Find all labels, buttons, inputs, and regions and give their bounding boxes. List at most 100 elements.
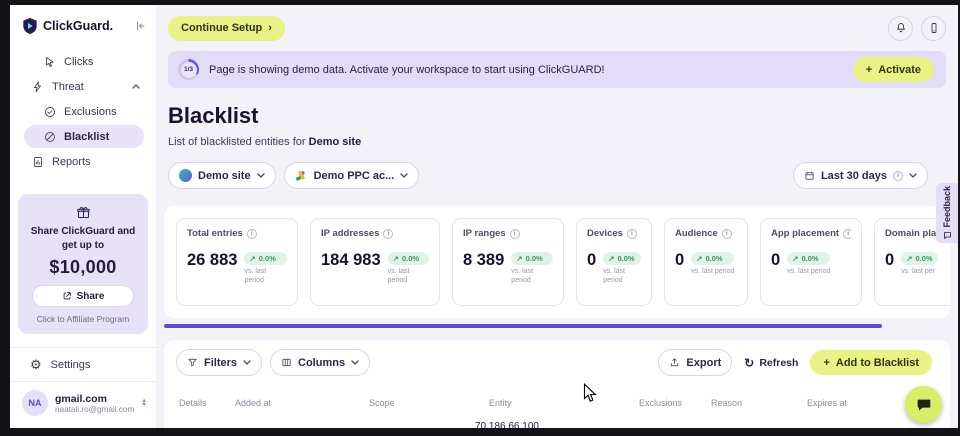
info-icon[interactable]: i	[510, 229, 520, 239]
refresh-button[interactable]: ↻ Refresh	[744, 357, 798, 369]
share-button[interactable]: Share	[32, 285, 134, 307]
plus-icon: +	[823, 357, 829, 369]
site-select-label: Demo site	[198, 170, 251, 182]
feedback-tab[interactable]: Feedback	[936, 183, 958, 243]
trend-badge: ↗0.0%	[691, 252, 734, 265]
sidebar-item-label: Threat	[52, 81, 84, 93]
stats-panel: Total entriesi 26 883 ↗0.0% vs. last per…	[164, 206, 950, 318]
column-header[interactable]: Details	[179, 398, 235, 408]
continue-setup-button[interactable]: Continue Setup ›	[168, 16, 285, 41]
plus-icon: +	[866, 64, 872, 76]
stat-value: 8 389	[463, 252, 504, 269]
export-button[interactable]: Export	[658, 349, 732, 376]
info-icon[interactable]: i	[383, 229, 393, 239]
sidebar-item-reports[interactable]: Reports	[10, 149, 156, 174]
trend-badge: ↗0.0%	[511, 252, 553, 265]
trend-up-icon: ↗	[906, 254, 912, 263]
trend-badge: ↗0.0%	[901, 252, 937, 265]
devices-button[interactable]	[921, 16, 946, 41]
clickguard-logo-icon	[22, 17, 38, 35]
column-header[interactable]: Entity	[489, 398, 639, 408]
sidebar: ClickGuard. Clicks Threat	[10, 5, 156, 428]
trend-up-icon: ↗	[608, 254, 614, 263]
column-header[interactable]: Scope	[369, 398, 489, 408]
vs-period-label: vs. last per	[901, 268, 937, 277]
horizontal-scrollbar[interactable]	[164, 324, 882, 328]
sidebar-item-clicks[interactable]: Clicks	[10, 49, 156, 74]
funnel-icon	[187, 357, 198, 368]
sidebar-item-label: Blacklist	[64, 131, 109, 143]
subtitle-prefix: List of blacklisted entities for	[168, 136, 306, 148]
google-ads-icon	[295, 169, 308, 182]
collapse-sidebar-icon[interactable]	[134, 20, 146, 32]
info-icon[interactable]: i	[247, 229, 257, 239]
trend-up-icon: ↗	[516, 254, 522, 263]
stat-value: 184 983	[321, 252, 381, 269]
chevron-up-icon[interactable]	[132, 84, 140, 89]
sidebar-item-blacklist[interactable]: Blacklist	[24, 125, 144, 148]
promo-heading: Share ClickGuard and get up to	[27, 225, 139, 252]
threat-icon	[32, 81, 44, 93]
trend-up-icon: ↗	[393, 254, 399, 263]
stat-label: App placement	[771, 228, 839, 239]
ppc-account-select[interactable]: Demo PPC ac...	[284, 162, 420, 189]
chevron-up-down-icon: ▲▼	[141, 399, 146, 408]
columns-button[interactable]: Columns	[270, 349, 370, 376]
stat-card-app-placement: App placementi 0 ↗0.0% vs. last period	[760, 218, 862, 306]
sidebar-item-exclusions[interactable]: Exclusions	[10, 99, 156, 124]
trend-badge: ↗0.0%	[603, 252, 641, 265]
info-icon[interactable]: i	[627, 229, 637, 239]
info-icon[interactable]: i	[843, 229, 851, 239]
filters-button[interactable]: Filters	[176, 349, 262, 376]
export-label: Export	[686, 357, 721, 369]
trend-badge: ↗0.0%	[388, 252, 429, 265]
filters-label: Filters	[204, 357, 237, 369]
column-header[interactable]: Exclusions	[639, 398, 711, 408]
stat-label: Domain pla	[885, 228, 936, 239]
column-header[interactable]: Reason	[711, 398, 807, 408]
sidebar-item-settings[interactable]: ⚙ Settings	[10, 347, 156, 381]
affiliate-promo-card[interactable]: Share ClickGuard and get up to $10,000 S…	[18, 194, 148, 334]
activate-button[interactable]: + Activate	[853, 57, 934, 82]
ppc-account-label: Demo PPC ac...	[314, 170, 395, 182]
entity-cell: 70.186.66.100	[475, 421, 639, 428]
top-icon-group	[888, 16, 946, 41]
setup-progress-ring: 1/3	[178, 59, 199, 80]
chevron-down-icon	[257, 173, 265, 178]
chat-widget-button[interactable]	[905, 386, 942, 423]
banner-message: Page is showing demo data. Activate your…	[209, 64, 605, 76]
trend-badge: ↗0.0%	[787, 252, 830, 265]
export-icon	[669, 357, 680, 368]
external-link-icon	[62, 291, 72, 301]
chat-bubble-icon	[916, 397, 932, 413]
top-bar: Continue Setup ›	[168, 5, 946, 51]
stat-value: 0	[675, 252, 684, 269]
user-menu[interactable]: NA gmail.com naatali.ro@gmail.com ▲▼	[10, 381, 156, 428]
setup-step: 1/3	[181, 62, 197, 78]
column-header[interactable]: Added at	[235, 398, 369, 408]
table-row[interactable]: 70.186.66.100	[176, 421, 938, 428]
info-icon[interactable]: i	[722, 229, 732, 239]
columns-label: Columns	[298, 357, 345, 369]
vs-period-label: vs. last period	[388, 268, 429, 286]
clicks-icon	[44, 56, 56, 68]
stat-label: Devices	[587, 228, 623, 239]
reports-icon	[32, 156, 44, 168]
trend-up-icon: ↗	[792, 254, 798, 263]
affiliate-link-text[interactable]: Click to Affiliate Program	[27, 314, 139, 324]
notifications-button[interactable]	[888, 16, 913, 41]
columns-icon	[281, 357, 292, 368]
share-label: Share	[77, 291, 105, 302]
trend-up-icon: ↗	[249, 254, 255, 263]
sidebar-nav: Clicks Threat Exclusions	[10, 49, 156, 174]
table-header-row: Details Added at Scope Entity Exclusions…	[176, 398, 938, 408]
sidebar-item-threat[interactable]: Threat	[10, 74, 156, 99]
add-to-blacklist-button[interactable]: + Add to Blacklist	[810, 350, 932, 375]
trend-badge: ↗0.0%	[244, 252, 287, 265]
date-range-select[interactable]: Last 30 days i	[793, 162, 928, 189]
chevron-down-icon	[351, 360, 359, 365]
sidebar-item-label: Exclusions	[64, 106, 117, 118]
stat-label: IP addresses	[321, 228, 379, 239]
vs-period-label: vs. last period	[511, 268, 553, 286]
site-select[interactable]: Demo site	[168, 162, 276, 189]
